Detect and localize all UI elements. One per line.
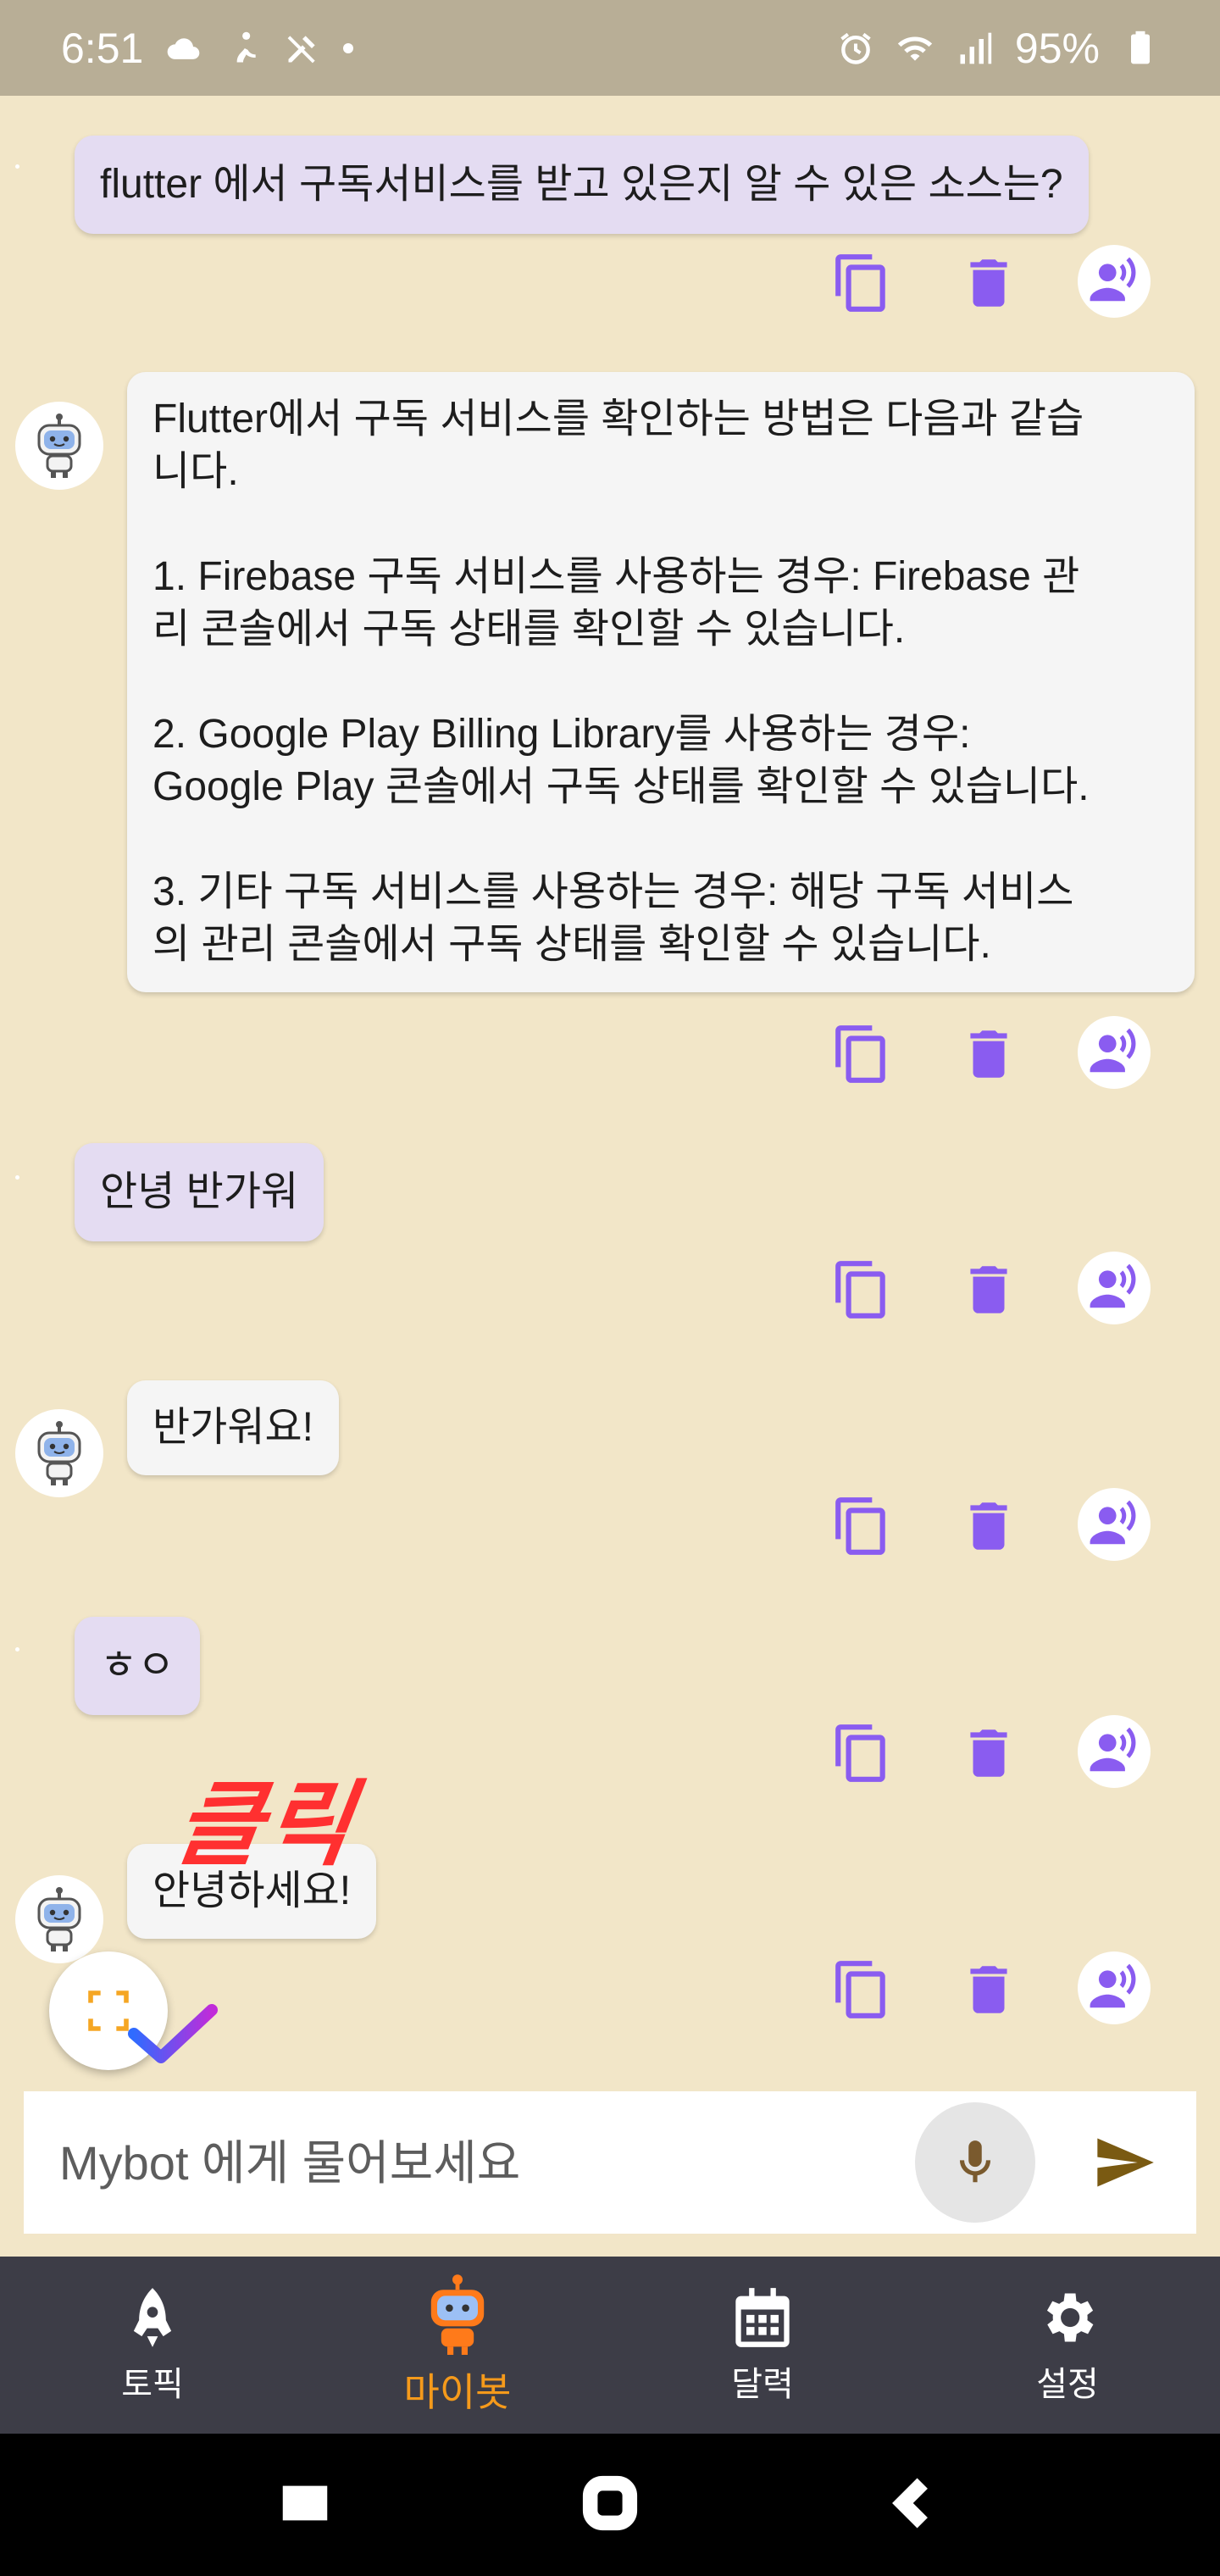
battery-percent: 95% <box>1014 24 1100 72</box>
message-input[interactable] <box>24 2091 915 2234</box>
delete-button[interactable] <box>951 245 1027 321</box>
nav-item-mybot[interactable]: 마이봇 <box>305 2257 610 2434</box>
speaker-person-icon <box>1090 1963 1136 2008</box>
gear-icon <box>1046 2293 1094 2341</box>
sender-dot <box>15 1175 19 1180</box>
microphone-icon <box>959 2140 991 2183</box>
status-right: 95% <box>837 24 1159 73</box>
speaker-person-icon <box>1090 1500 1136 1545</box>
bot-avatar <box>15 402 103 490</box>
nav-item-settings[interactable]: 설정 <box>915 2257 1220 2434</box>
notification-dot <box>343 42 354 53</box>
delete-button[interactable] <box>951 1715 1027 1791</box>
bot-avatar <box>15 1409 103 1497</box>
status-bar: 6:51 95% <box>0 0 1220 96</box>
alarm-icon <box>840 32 871 64</box>
status-left: 6:51 <box>61 24 354 73</box>
user-message[interactable]: 안녕 반가워 <box>75 1143 324 1241</box>
nav-item-calendar[interactable]: 달력 <box>610 2257 915 2434</box>
speaker-person-icon <box>1090 257 1136 302</box>
copy-icon <box>835 1497 885 1555</box>
copy-icon <box>835 1025 885 1083</box>
speak-button[interactable] <box>1078 245 1151 318</box>
scan-frame-icon <box>88 1990 129 2031</box>
copy-icon <box>835 1261 885 1319</box>
signal-icon <box>960 32 992 64</box>
bottom-navigation: 토픽 마이봇 달력 설정 <box>0 2257 1220 2434</box>
speaker-person-icon <box>1090 1727 1136 1772</box>
calendar-icon <box>735 2287 790 2347</box>
send-icon <box>1097 2138 1154 2187</box>
message-actions <box>824 1715 1162 1791</box>
speaker-person-icon <box>1090 1028 1136 1073</box>
nav-label: 설정 <box>1036 2365 1099 2403</box>
message-input-bar <box>24 2091 1196 2234</box>
back-button[interactable] <box>885 2473 945 2537</box>
activity-icon <box>236 31 256 62</box>
trash-icon <box>970 1266 1007 1313</box>
home-button[interactable] <box>580 2473 640 2537</box>
nav-item-topic[interactable]: 토픽 <box>0 2257 305 2434</box>
speak-button[interactable] <box>1078 1252 1151 1324</box>
speaker-person-icon <box>1090 1263 1136 1308</box>
nav-label: 달력 <box>731 2365 794 2403</box>
home-icon <box>582 2475 638 2530</box>
delete-button[interactable] <box>951 1488 1027 1564</box>
speak-button[interactable] <box>1078 1488 1151 1561</box>
wifi-icon <box>897 36 933 61</box>
system-navigation-bar <box>0 2434 1220 2576</box>
trash-icon <box>970 259 1007 307</box>
copy-button[interactable] <box>824 1252 900 1328</box>
copy-icon <box>835 1961 885 2018</box>
check-mark-icon <box>128 2004 218 2063</box>
copy-icon <box>835 254 885 312</box>
nav-label: 토픽 <box>121 2365 184 2403</box>
trash-icon <box>970 1966 1007 2013</box>
battery-icon <box>1131 31 1150 64</box>
copy-button[interactable] <box>824 245 900 321</box>
user-message[interactable]: ㅎㅇ <box>75 1617 201 1715</box>
message-actions <box>824 1951 1162 2028</box>
recents-button[interactable] <box>275 2473 335 2537</box>
cloud-icon <box>167 37 200 59</box>
trash-icon <box>970 1502 1007 1550</box>
speak-button[interactable] <box>1078 1715 1151 1788</box>
tools-icon <box>287 35 315 63</box>
delete-button[interactable] <box>951 1016 1027 1092</box>
message-actions <box>824 245 1162 321</box>
message-actions <box>824 1252 1162 1328</box>
delete-button[interactable] <box>951 1252 1027 1328</box>
send-button[interactable] <box>1078 2116 1171 2209</box>
bot-avatar <box>15 1875 103 1963</box>
bot-message[interactable]: Flutter에서 구독 서비스를 확인하는 방법은 다음과 같습 니다. 1.… <box>127 372 1195 992</box>
bot-message[interactable]: 반가워요! <box>127 1380 339 1475</box>
voice-input-button[interactable] <box>915 2102 1035 2223</box>
copy-button[interactable] <box>824 1488 900 1564</box>
copy-button[interactable] <box>824 1951 900 2028</box>
trash-icon <box>970 1729 1007 1777</box>
robot-icon <box>37 1421 81 1485</box>
recents-icon <box>282 2485 328 2520</box>
message-actions <box>824 1488 1162 1564</box>
status-time: 6:51 <box>61 24 144 72</box>
user-message[interactable]: flutter 에서 구독서비스를 받고 있은지 알 수 있은 소스는? <box>75 136 1089 234</box>
rocket-icon <box>133 2287 172 2347</box>
robot-icon <box>37 414 81 478</box>
copy-button[interactable] <box>824 1016 900 1092</box>
click-annotation: 클릭 <box>169 1770 363 1879</box>
sender-dot <box>15 164 19 169</box>
nav-label: 마이봇 <box>403 2369 512 2414</box>
delete-button[interactable] <box>951 1951 1027 2028</box>
speak-button[interactable] <box>1078 1016 1151 1089</box>
copy-button[interactable] <box>824 1715 900 1791</box>
trash-icon <box>970 1030 1007 1078</box>
robot-icon <box>430 2273 485 2355</box>
robot-icon <box>37 1887 81 1951</box>
back-icon <box>892 2477 928 2529</box>
copy-icon <box>835 1724 885 1782</box>
message-actions <box>824 1016 1162 1092</box>
speak-button[interactable] <box>1078 1951 1151 2024</box>
sender-dot <box>15 1647 19 1652</box>
